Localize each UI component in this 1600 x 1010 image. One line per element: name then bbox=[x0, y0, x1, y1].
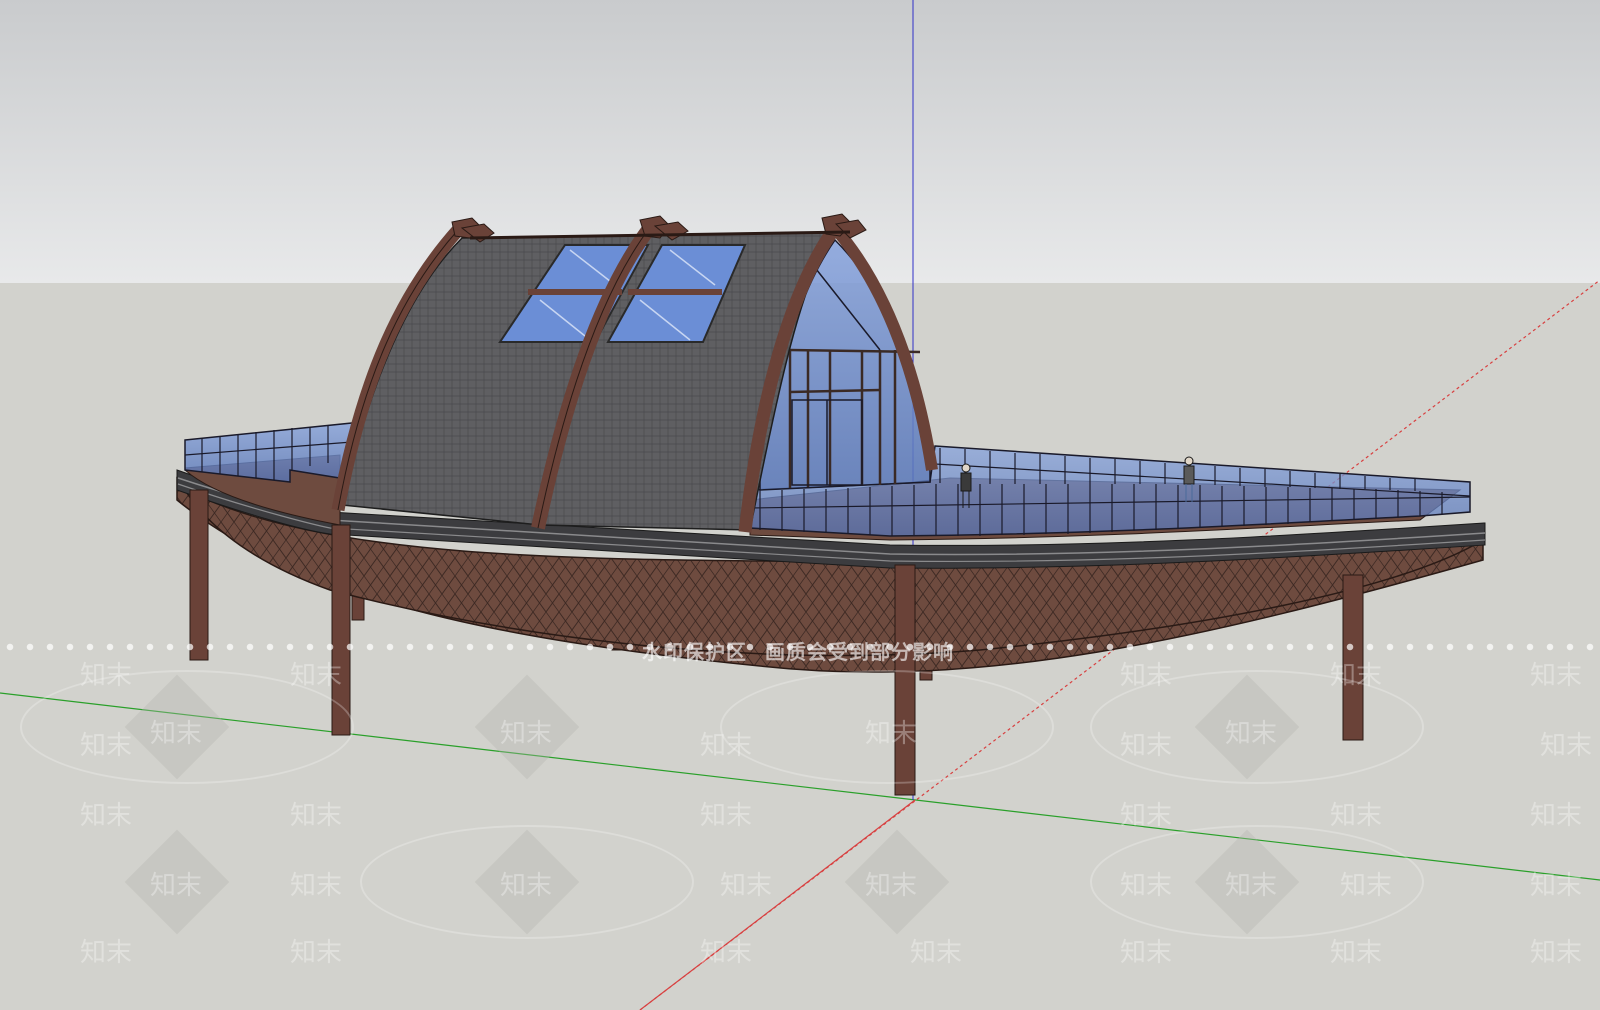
leg-front-inner bbox=[331, 524, 351, 736]
sketchup-viewport[interactable]: 水印保护区 画质会受到部分影响 知末 知末 知末 知末 知末 知末 知末 知末 知… bbox=[0, 0, 1600, 1010]
leg-front-center bbox=[894, 564, 916, 796]
leg-front-right bbox=[1342, 574, 1364, 741]
model-canvas[interactable] bbox=[0, 0, 1600, 1010]
leg-front-left bbox=[189, 489, 209, 661]
